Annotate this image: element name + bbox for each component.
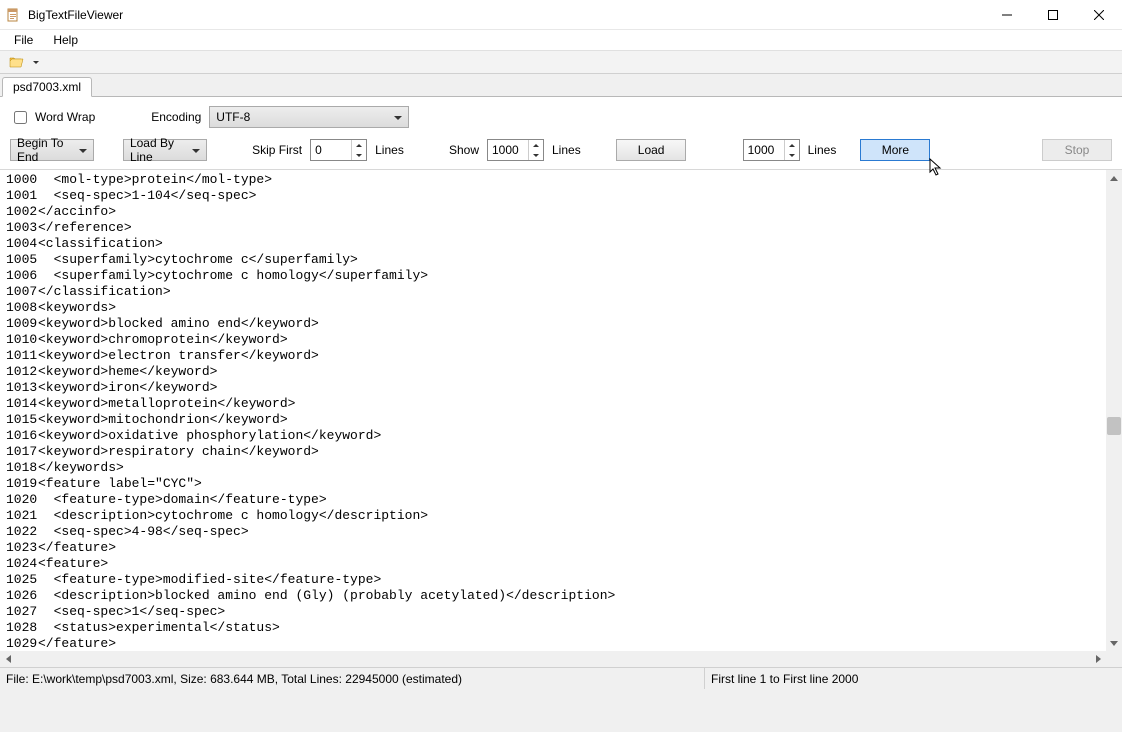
more-spinner[interactable] xyxy=(743,139,800,161)
status-left: File: E:\work\temp\psd7003.xml, Size: 68… xyxy=(0,668,705,689)
text-line: 1025 <feature-type>modified-site</featur… xyxy=(6,572,1120,588)
encoding-label: Encoding xyxy=(151,110,201,124)
open-file-button[interactable] xyxy=(6,52,28,72)
text-line: 1018</keywords> xyxy=(6,460,1120,476)
options-panel: Word Wrap Encoding UTF-8 Begin To End Lo… xyxy=(0,96,1122,169)
lines-label-3: Lines xyxy=(808,143,837,157)
skip-first-spinner[interactable] xyxy=(310,139,367,161)
text-line: 1004<classification> xyxy=(6,236,1120,252)
scroll-up-icon[interactable] xyxy=(1106,170,1122,186)
text-line: 1027 <seq-spec>1</seq-spec> xyxy=(6,604,1120,620)
text-line: 1013<keyword>iron</keyword> xyxy=(6,380,1120,396)
minimize-button[interactable] xyxy=(984,0,1030,30)
text-line: 1028 <status>experimental</status> xyxy=(6,620,1120,636)
text-line: 1005 <superfamily>cytochrome c</superfam… xyxy=(6,252,1120,268)
menu-bar: File Help xyxy=(0,30,1122,50)
status-right: First line 1 to First line 2000 xyxy=(705,668,1122,689)
scroll-left-icon[interactable] xyxy=(0,651,16,667)
open-dropdown-arrow[interactable] xyxy=(33,61,39,64)
lines-label-2: Lines xyxy=(552,143,581,157)
text-line: 1017<keyword>respiratory chain</keyword> xyxy=(6,444,1120,460)
spinner-up-icon[interactable] xyxy=(529,140,543,150)
text-line: 1009<keyword>blocked amino end</keyword> xyxy=(6,316,1120,332)
text-line: 1016<keyword>oxidative phosphorylation</… xyxy=(6,428,1120,444)
text-line: 1015<keyword>mitochondrion</keyword> xyxy=(6,412,1120,428)
text-line: 1023</feature> xyxy=(6,540,1120,556)
scroll-corner xyxy=(1106,651,1122,667)
text-line: 1001 <seq-spec>1-104</seq-spec> xyxy=(6,188,1120,204)
load-button[interactable]: Load xyxy=(616,139,686,161)
text-line: 1022 <seq-spec>4-98</seq-spec> xyxy=(6,524,1120,540)
text-line: 1019<feature label="CYC"> xyxy=(6,476,1120,492)
text-line: 1010<keyword>chromoprotein</keyword> xyxy=(6,332,1120,348)
encoding-select[interactable]: UTF-8 xyxy=(209,106,409,128)
lines-label-1: Lines xyxy=(375,143,404,157)
text-line: 1007</classification> xyxy=(6,284,1120,300)
text-line: 1021 <description>cytochrome c homology<… xyxy=(6,508,1120,524)
text-line: 1026 <description>blocked amino end (Gly… xyxy=(6,588,1120,604)
wordwrap-input[interactable] xyxy=(14,111,27,124)
app-title: BigTextFileViewer xyxy=(28,8,123,22)
text-line: 1000 <mol-type>protein</mol-type> xyxy=(6,172,1120,188)
text-line: 1014<keyword>metalloprotein</keyword> xyxy=(6,396,1120,412)
spinner-up-icon[interactable] xyxy=(785,140,799,150)
text-line: 1024<feature> xyxy=(6,556,1120,572)
folder-open-icon xyxy=(9,55,25,69)
text-line: 1006 <superfamily>cytochrome c homology<… xyxy=(6,268,1120,284)
text-line: 1002</accinfo> xyxy=(6,204,1120,220)
show-label: Show xyxy=(449,143,479,157)
stop-button[interactable]: Stop xyxy=(1042,139,1112,161)
menu-help[interactable]: Help xyxy=(47,32,84,48)
text-line: 1012<keyword>heme</keyword> xyxy=(6,364,1120,380)
spinner-up-icon[interactable] xyxy=(352,140,366,150)
text-line: 1008<keywords> xyxy=(6,300,1120,316)
more-button[interactable]: More xyxy=(860,139,930,161)
text-viewer[interactable]: 1000 <mol-type>protein</mol-type>1001 <s… xyxy=(0,170,1122,652)
wordwrap-checkbox[interactable]: Word Wrap xyxy=(10,108,95,127)
content-area: 1000 <mol-type>protein</mol-type>1001 <s… xyxy=(0,169,1122,667)
show-spinner[interactable] xyxy=(487,139,544,161)
direction-select[interactable]: Begin To End xyxy=(10,139,94,161)
scroll-thumb[interactable] xyxy=(1107,417,1121,435)
title-bar: BigTextFileViewer xyxy=(0,0,1122,30)
show-input[interactable] xyxy=(488,140,528,160)
skip-first-input[interactable] xyxy=(311,140,351,160)
encoding-value: UTF-8 xyxy=(216,110,250,124)
tool-strip xyxy=(0,50,1122,74)
horizontal-scrollbar[interactable] xyxy=(0,651,1106,667)
file-tab[interactable]: psd7003.xml xyxy=(2,77,92,97)
status-bar: File: E:\work\temp\psd7003.xml, Size: 68… xyxy=(0,667,1122,689)
spinner-down-icon[interactable] xyxy=(529,150,543,160)
maximize-button[interactable] xyxy=(1030,0,1076,30)
menu-file[interactable]: File xyxy=(8,32,39,48)
tab-strip: psd7003.xml xyxy=(0,74,1122,96)
wordwrap-label: Word Wrap xyxy=(35,110,95,124)
scroll-right-icon[interactable] xyxy=(1090,651,1106,667)
spinner-down-icon[interactable] xyxy=(785,150,799,160)
close-button[interactable] xyxy=(1076,0,1122,30)
direction-value: Begin To End xyxy=(17,136,75,164)
text-line: 1029</feature> xyxy=(6,636,1120,652)
spinner-down-icon[interactable] xyxy=(352,150,366,160)
text-line: 1011<keyword>electron transfer</keyword> xyxy=(6,348,1120,364)
skip-first-label: Skip First xyxy=(252,143,302,157)
text-line: 1020 <feature-type>domain</feature-type> xyxy=(6,492,1120,508)
more-input[interactable] xyxy=(744,140,784,160)
load-mode-select[interactable]: Load By Line xyxy=(123,139,207,161)
vertical-scrollbar[interactable] xyxy=(1106,170,1122,651)
scroll-down-icon[interactable] xyxy=(1106,635,1122,651)
text-line: 1003</reference> xyxy=(6,220,1120,236)
app-icon xyxy=(6,7,22,23)
load-mode-value: Load By Line xyxy=(130,136,188,164)
